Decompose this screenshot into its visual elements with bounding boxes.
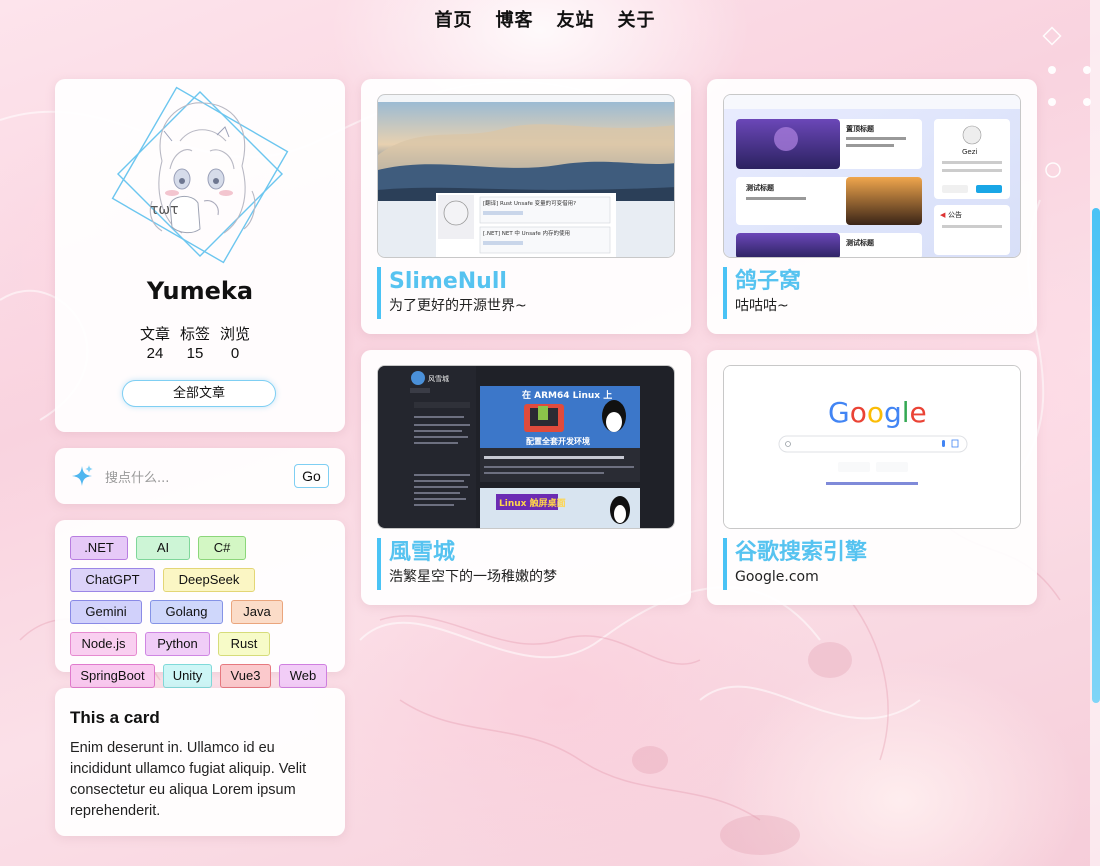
svg-text:测试标题: 测试标题 bbox=[746, 183, 775, 192]
svg-text:[翻译] Rust Unsafe 变量的可变借用?: [翻译] Rust Unsafe 变量的可变借用? bbox=[483, 199, 576, 207]
top-nav: 首页 博客 友站 关于 bbox=[0, 6, 1090, 32]
stat-label: 标签 bbox=[179, 325, 210, 343]
note-card-title: This a card bbox=[70, 708, 160, 727]
search-card: 搜点什么... Go bbox=[55, 448, 345, 504]
friend-screenshot: Google bbox=[723, 365, 1021, 529]
stat-posts: 文章 24 bbox=[139, 323, 171, 362]
svg-text:置顶标题: 置顶标题 bbox=[846, 124, 875, 133]
scrollbar-track[interactable] bbox=[1090, 0, 1100, 866]
stat-tags: 标签 15 bbox=[179, 323, 211, 362]
svg-text:在 ARM64 Linux 上: 在 ARM64 Linux 上 bbox=[522, 389, 612, 401]
nav-about[interactable]: 关于 bbox=[618, 6, 656, 32]
friend-name[interactable]: 風雪城 bbox=[389, 538, 557, 568]
friend-desc: Google.com bbox=[735, 569, 819, 585]
svg-text:Google: Google bbox=[828, 396, 927, 429]
tag-chip[interactable]: Unity bbox=[163, 664, 212, 688]
profile-card: τωτ Yumeka 文章 24 标签 15 浏览 0 全部文章 bbox=[55, 79, 345, 432]
svg-text:τωτ: τωτ bbox=[150, 202, 179, 218]
friend-desc: 浩繁星空下的一场稚嫩的梦 bbox=[389, 569, 557, 585]
all-posts-button[interactable]: 全部文章 bbox=[122, 380, 276, 407]
friend-meta: 谷歌搜索引擎 Google.com bbox=[723, 538, 867, 590]
note-card: This a card Enim deserunt in. Ullamco id… bbox=[55, 688, 345, 836]
tag-chip[interactable]: Web bbox=[279, 664, 327, 688]
stat-label: 文章 bbox=[139, 325, 170, 343]
search-go-button[interactable]: Go bbox=[294, 464, 329, 488]
friend-card[interactable]: [翻译] Rust Unsafe 变量的可变借用? [.NET] NET 中 U… bbox=[361, 79, 691, 334]
stat-value: 0 bbox=[230, 345, 240, 362]
friend-screenshot: [翻译] Rust Unsafe 变量的可变借用? [.NET] NET 中 U… bbox=[377, 94, 675, 258]
tag-chip[interactable]: SpringBoot bbox=[70, 664, 155, 688]
tag-chip[interactable]: Gemini bbox=[70, 600, 142, 624]
svg-text:Gezi: Gezi bbox=[962, 148, 977, 156]
tag-chip[interactable]: Rust bbox=[218, 632, 270, 656]
svg-text:◀: ◀ bbox=[940, 211, 946, 219]
nav-friends[interactable]: 友站 bbox=[557, 6, 595, 32]
svg-text:配置全套开发环境: 配置全套开发环境 bbox=[526, 436, 590, 446]
decor-sparkles bbox=[1042, 26, 1062, 178]
profile-name: Yumeka bbox=[146, 277, 254, 305]
friend-meta: 鸽子窝 咕咕咕~ bbox=[723, 267, 801, 319]
friend-card[interactable]: 风雪城 在 ARM64 Linux 上 配置全套开发环境 Linux 触屏桌面 … bbox=[361, 350, 691, 605]
sparkle-icon bbox=[72, 465, 93, 486]
tag-chip[interactable]: ChatGPT bbox=[70, 568, 155, 592]
tag-chip[interactable]: Node.js bbox=[70, 632, 137, 656]
tags-card: .NET AI C# ChatGPT DeepSeek Gemini Golang Java N… bbox=[55, 520, 345, 688]
friend-name[interactable]: 鸽子窝 bbox=[735, 267, 801, 297]
friend-card[interactable]: 置顶标题 测试标题 测试标题 Gezi ◀ 公告 鸽子窝 咕咕咕~ bbox=[707, 79, 1037, 334]
friend-card[interactable]: Google 谷歌搜索引擎 Google.com bbox=[707, 350, 1037, 605]
note-card-body: Enim deserunt in. Ullamco id eu incididu… bbox=[70, 740, 307, 819]
stat-value: 24 bbox=[146, 345, 164, 362]
friend-meta: SlimeNull 为了更好的开源世界~ bbox=[377, 267, 527, 319]
stat-views: 浏览 0 bbox=[219, 323, 251, 362]
profile-stats: 文章 24 标签 15 浏览 0 bbox=[139, 323, 251, 362]
tag-chip[interactable]: C# bbox=[198, 536, 246, 560]
friend-desc: 咕咕咕~ bbox=[735, 298, 789, 314]
avatar[interactable]: τωτ bbox=[92, 81, 308, 281]
tag-list: .NET AI C# ChatGPT DeepSeek Gemini Golang Java N… bbox=[70, 536, 330, 688]
svg-text:公告: 公告 bbox=[948, 210, 962, 219]
scrollbar-thumb[interactable] bbox=[1092, 208, 1100, 703]
stat-label: 浏览 bbox=[219, 325, 250, 343]
tag-chip[interactable]: Java bbox=[231, 600, 283, 624]
friend-name[interactable]: SlimeNull bbox=[389, 267, 527, 297]
svg-text:风雪城: 风雪城 bbox=[428, 375, 449, 383]
nav-home[interactable]: 首页 bbox=[435, 6, 473, 32]
tag-chip[interactable]: AI bbox=[136, 536, 190, 560]
search-input[interactable]: 搜点什么... bbox=[105, 467, 169, 486]
tag-chip[interactable]: DeepSeek bbox=[163, 568, 255, 592]
tag-chip[interactable]: .NET bbox=[70, 536, 128, 560]
friend-name[interactable]: 谷歌搜索引擎 bbox=[735, 538, 867, 568]
friend-desc: 为了更好的开源世界~ bbox=[389, 298, 527, 314]
stat-value: 15 bbox=[186, 345, 204, 362]
svg-text:Linux 触屏桌面: Linux 触屏桌面 bbox=[499, 497, 566, 509]
tag-chip[interactable]: Python bbox=[145, 632, 210, 656]
tag-chip[interactable]: Golang bbox=[150, 600, 223, 624]
svg-text:测试标题: 测试标题 bbox=[846, 238, 875, 247]
tag-chip[interactable]: Vue3 bbox=[220, 664, 271, 688]
nav-blog[interactable]: 博客 bbox=[496, 6, 534, 32]
svg-text:[.NET] NET 中 Unsafe 内存的使用: [.NET] NET 中 Unsafe 内存的使用 bbox=[483, 229, 570, 237]
friend-screenshot: 风雪城 在 ARM64 Linux 上 配置全套开发环境 Linux 触屏桌面 bbox=[377, 365, 675, 529]
friend-screenshot: 置顶标题 测试标题 测试标题 Gezi ◀ 公告 bbox=[723, 94, 1021, 258]
friend-meta: 風雪城 浩繁星空下的一场稚嫩的梦 bbox=[377, 538, 557, 590]
